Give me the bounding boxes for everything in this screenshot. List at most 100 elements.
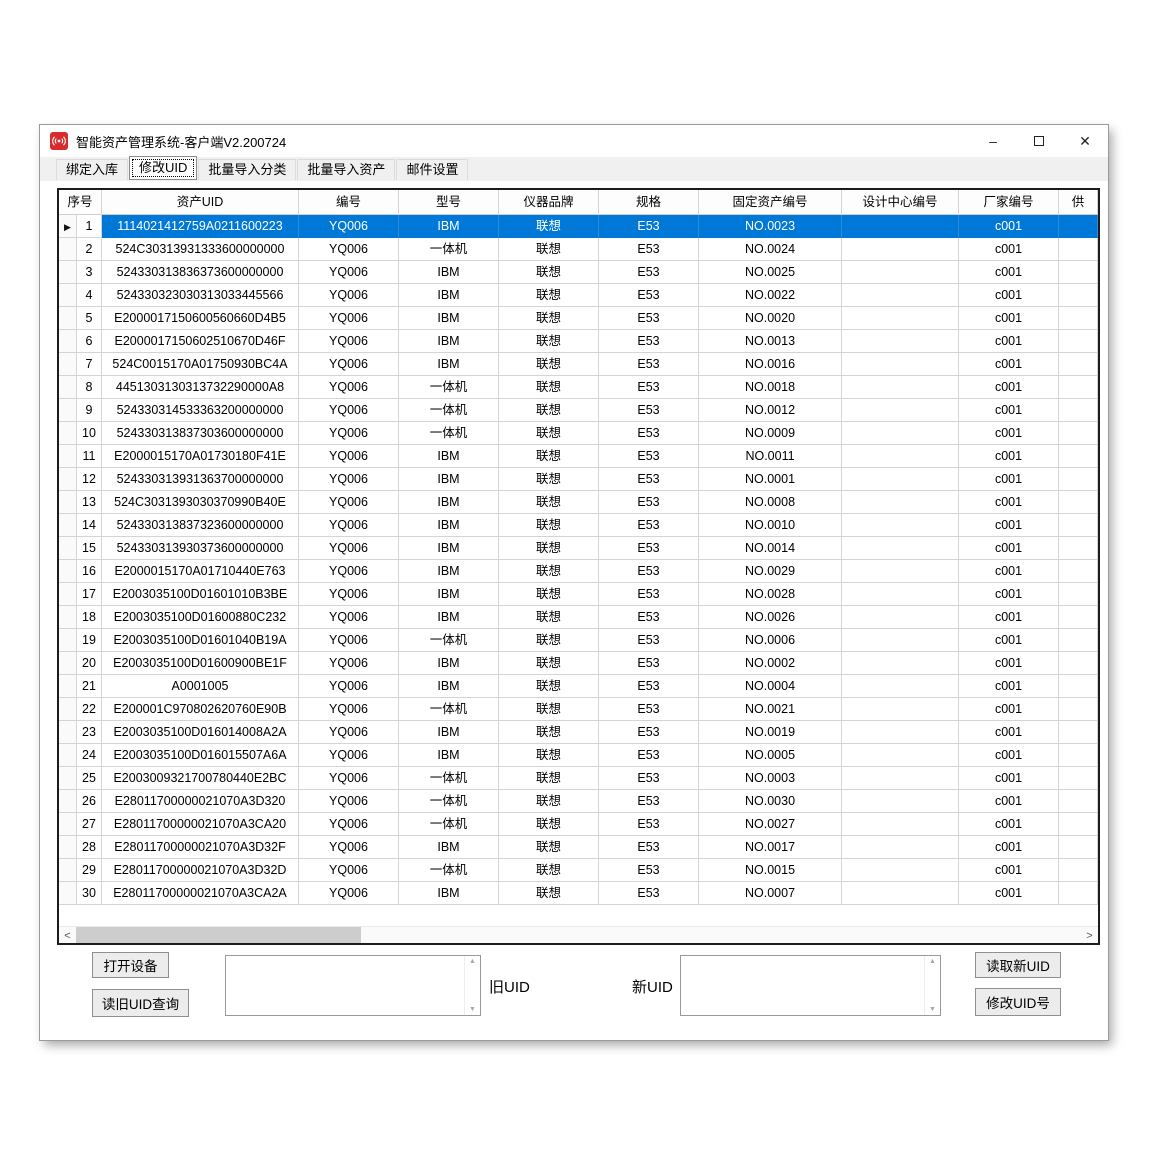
tab-2[interactable]: 修改UID bbox=[129, 156, 197, 180]
row-index-cell[interactable]: 14 bbox=[77, 514, 102, 537]
row-selector[interactable] bbox=[59, 353, 77, 376]
row-selector[interactable] bbox=[59, 606, 77, 629]
cell-model[interactable]: IBM bbox=[399, 330, 499, 353]
cell-supplier-partial[interactable] bbox=[1059, 514, 1098, 537]
row-selector[interactable] bbox=[59, 721, 77, 744]
cell-asset_no[interactable]: NO.0017 bbox=[699, 836, 842, 859]
cell-uid[interactable]: E2000017150602510670D46F bbox=[102, 330, 299, 353]
cell-model[interactable]: IBM bbox=[399, 445, 499, 468]
cell-vendor_no[interactable]: c001 bbox=[959, 491, 1059, 514]
grid-header-cell[interactable]: 固定资产编号 bbox=[699, 190, 842, 215]
cell-model[interactable]: IBM bbox=[399, 537, 499, 560]
table-row[interactable]: 24E2003035100D016015507A6AYQ006IBM联想E53N… bbox=[59, 744, 1098, 767]
cell-supplier-partial[interactable] bbox=[1059, 790, 1098, 813]
row-selector[interactable] bbox=[59, 261, 77, 284]
row-selector[interactable] bbox=[59, 376, 77, 399]
cell-design_no[interactable] bbox=[842, 307, 959, 330]
row-selector[interactable] bbox=[59, 652, 77, 675]
table-row[interactable]: 25E2003009321700780440E2BCYQ006一体机联想E53N… bbox=[59, 767, 1098, 790]
table-row[interactable]: 84451303130313732290000A8YQ006一体机联想E53NO… bbox=[59, 376, 1098, 399]
cell-asset_no[interactable]: NO.0008 bbox=[699, 491, 842, 514]
tab-3[interactable]: 批量导入分类 bbox=[198, 159, 296, 180]
row-selector[interactable] bbox=[59, 813, 77, 836]
cell-uid[interactable]: E2003009321700780440E2BC bbox=[102, 767, 299, 790]
cell-spec[interactable]: E53 bbox=[599, 744, 699, 767]
cell-model[interactable]: IBM bbox=[399, 284, 499, 307]
cell-code[interactable]: YQ006 bbox=[299, 629, 399, 652]
row-index-cell[interactable]: 21 bbox=[77, 675, 102, 698]
cell-asset_no[interactable]: NO.0001 bbox=[699, 468, 842, 491]
table-row[interactable]: 12524330313931363700000000YQ006IBM联想E53N… bbox=[59, 468, 1098, 491]
row-index-cell[interactable]: 12 bbox=[77, 468, 102, 491]
cell-uid[interactable]: E2003035100D01601040B19A bbox=[102, 629, 299, 652]
cell-vendor_no[interactable]: c001 bbox=[959, 330, 1059, 353]
row-index-cell[interactable]: 20 bbox=[77, 652, 102, 675]
grid-header-cell[interactable]: 型号 bbox=[399, 190, 499, 215]
cell-model[interactable]: IBM bbox=[399, 307, 499, 330]
cell-supplier-partial[interactable] bbox=[1059, 859, 1098, 882]
cell-supplier-partial[interactable] bbox=[1059, 560, 1098, 583]
cell-spec[interactable]: E53 bbox=[599, 813, 699, 836]
cell-asset_no[interactable]: NO.0004 bbox=[699, 675, 842, 698]
cell-uid[interactable]: 524330313836373600000000 bbox=[102, 261, 299, 284]
read-new-uid-button[interactable]: 读取新UID bbox=[975, 952, 1061, 978]
cell-model[interactable]: IBM bbox=[399, 560, 499, 583]
cell-supplier-partial[interactable] bbox=[1059, 261, 1098, 284]
cell-design_no[interactable] bbox=[842, 652, 959, 675]
row-index-cell[interactable]: 11 bbox=[77, 445, 102, 468]
cell-vendor_no[interactable]: c001 bbox=[959, 445, 1059, 468]
row-selector[interactable] bbox=[59, 307, 77, 330]
table-row[interactable]: 27E28011700000021070A3CA20YQ006一体机联想E53N… bbox=[59, 813, 1098, 836]
cell-asset_no[interactable]: NO.0014 bbox=[699, 537, 842, 560]
cell-model[interactable]: 一体机 bbox=[399, 399, 499, 422]
row-selector[interactable] bbox=[59, 330, 77, 353]
cell-asset_no[interactable]: NO.0026 bbox=[699, 606, 842, 629]
cell-supplier-partial[interactable] bbox=[1059, 491, 1098, 514]
cell-model[interactable]: 一体机 bbox=[399, 376, 499, 399]
cell-supplier-partial[interactable] bbox=[1059, 537, 1098, 560]
cell-spec[interactable]: E53 bbox=[599, 882, 699, 905]
cell-asset_no[interactable]: NO.0006 bbox=[699, 629, 842, 652]
table-row[interactable]: 14524330313837323600000000YQ006IBM联想E53N… bbox=[59, 514, 1098, 537]
cell-supplier-partial[interactable] bbox=[1059, 238, 1098, 261]
cell-vendor_no[interactable]: c001 bbox=[959, 468, 1059, 491]
cell-brand[interactable]: 联想 bbox=[499, 445, 599, 468]
cell-uid[interactable]: E2003035100D01600880C232 bbox=[102, 606, 299, 629]
cell-asset_no[interactable]: NO.0021 bbox=[699, 698, 842, 721]
row-index-cell[interactable]: 7 bbox=[77, 353, 102, 376]
cell-code[interactable]: YQ006 bbox=[299, 652, 399, 675]
cell-design_no[interactable] bbox=[842, 721, 959, 744]
cell-vendor_no[interactable]: c001 bbox=[959, 307, 1059, 330]
cell-spec[interactable]: E53 bbox=[599, 215, 699, 238]
table-row[interactable]: ▶11114021412759A0211600223YQ006IBM联想E53N… bbox=[59, 215, 1098, 238]
cell-design_no[interactable] bbox=[842, 537, 959, 560]
cell-vendor_no[interactable]: c001 bbox=[959, 698, 1059, 721]
cell-spec[interactable]: E53 bbox=[599, 261, 699, 284]
cell-uid[interactable]: E28011700000021070A3D320 bbox=[102, 790, 299, 813]
cell-code[interactable]: YQ006 bbox=[299, 790, 399, 813]
cell-asset_no[interactable]: NO.0030 bbox=[699, 790, 842, 813]
cell-vendor_no[interactable]: c001 bbox=[959, 813, 1059, 836]
old-uid-textbox[interactable]: ▲ ▼ bbox=[225, 955, 481, 1016]
cell-brand[interactable]: 联想 bbox=[499, 330, 599, 353]
table-row[interactable]: 18E2003035100D01600880C232YQ006IBM联想E53N… bbox=[59, 606, 1098, 629]
cell-model[interactable]: IBM bbox=[399, 261, 499, 284]
cell-model[interactable]: IBM bbox=[399, 744, 499, 767]
cell-vendor_no[interactable]: c001 bbox=[959, 514, 1059, 537]
row-index-cell[interactable]: 24 bbox=[77, 744, 102, 767]
read-old-uid-query-button[interactable]: 读旧UID查询 bbox=[92, 989, 189, 1017]
cell-supplier-partial[interactable] bbox=[1059, 330, 1098, 353]
cell-vendor_no[interactable]: c001 bbox=[959, 882, 1059, 905]
cell-design_no[interactable] bbox=[842, 606, 959, 629]
cell-spec[interactable]: E53 bbox=[599, 330, 699, 353]
cell-code[interactable]: YQ006 bbox=[299, 399, 399, 422]
row-index-cell[interactable]: 19 bbox=[77, 629, 102, 652]
cell-design_no[interactable] bbox=[842, 261, 959, 284]
cell-spec[interactable]: E53 bbox=[599, 652, 699, 675]
cell-uid[interactable]: 524330313930373600000000 bbox=[102, 537, 299, 560]
cell-model[interactable]: IBM bbox=[399, 882, 499, 905]
cell-design_no[interactable] bbox=[842, 767, 959, 790]
cell-model[interactable]: IBM bbox=[399, 468, 499, 491]
cell-brand[interactable]: 联想 bbox=[499, 675, 599, 698]
cell-asset_no[interactable]: NO.0003 bbox=[699, 767, 842, 790]
